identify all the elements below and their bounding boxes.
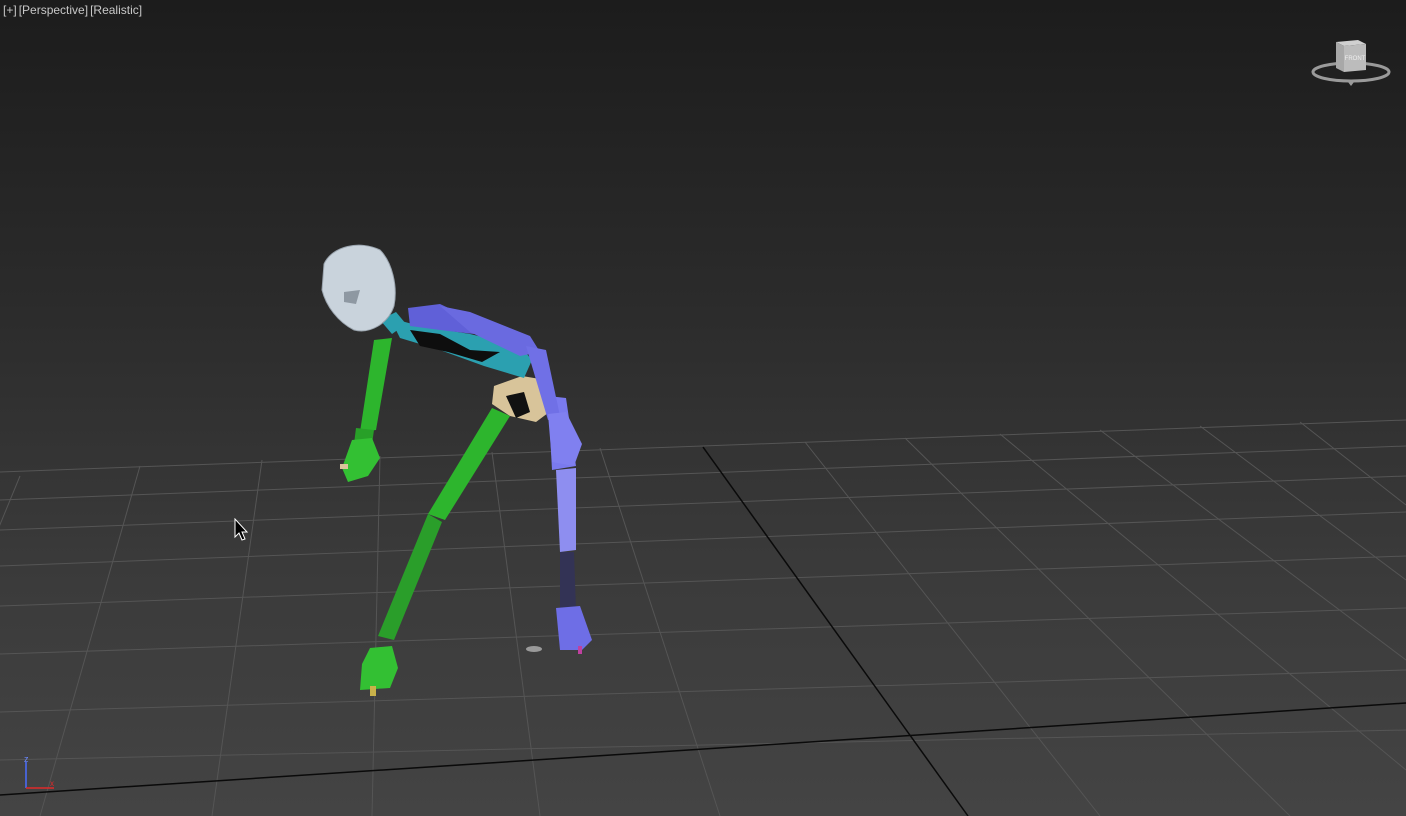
biped-right-foot[interactable]	[556, 606, 592, 650]
scene-canvas[interactable]	[0, 0, 1406, 816]
biped-left-thigh[interactable]	[428, 408, 510, 520]
biped-right-hand[interactable]	[548, 412, 582, 466]
viewport-label-menu: [+] [Perspective] [Realistic]	[3, 3, 142, 17]
ground-grid	[0, 419, 1406, 816]
biped-left-toe[interactable]	[370, 686, 376, 696]
biped-right-calf[interactable]	[556, 468, 576, 552]
axis-tripod: z x	[24, 754, 54, 789]
axis-z-label: z	[24, 754, 29, 764]
viewcube-widget[interactable]: FRONT	[1306, 34, 1396, 88]
axis-x-label: x	[50, 779, 54, 788]
biped-left-upperarm[interactable]	[360, 338, 392, 432]
biped-character[interactable]	[321, 244, 592, 696]
biped-left-hand[interactable]	[342, 438, 380, 482]
biped-left-finger[interactable]	[340, 464, 348, 469]
viewcube-front-face[interactable]	[1336, 42, 1344, 72]
viewcube-face-label: FRONT	[1345, 56, 1366, 62]
floor-marker	[526, 646, 542, 652]
viewcube-ring-arrow[interactable]	[1348, 82, 1354, 86]
biped-head[interactable]	[321, 244, 396, 332]
biped-right-ankle[interactable]	[560, 552, 576, 610]
viewport-view-label[interactable]: [Perspective]	[19, 3, 88, 17]
mouse-cursor-icon	[234, 518, 249, 541]
viewport-shading-label[interactable]: [Realistic]	[90, 3, 142, 17]
biped-left-calf[interactable]	[378, 514, 442, 640]
viewport-menu-button[interactable]: [+]	[3, 3, 17, 17]
biped-right-toe[interactable]	[578, 646, 582, 654]
biped-left-foot[interactable]	[360, 646, 398, 690]
perspective-viewport[interactable]: [+] [Perspective] [Realistic] FRONT z x	[0, 0, 1406, 816]
